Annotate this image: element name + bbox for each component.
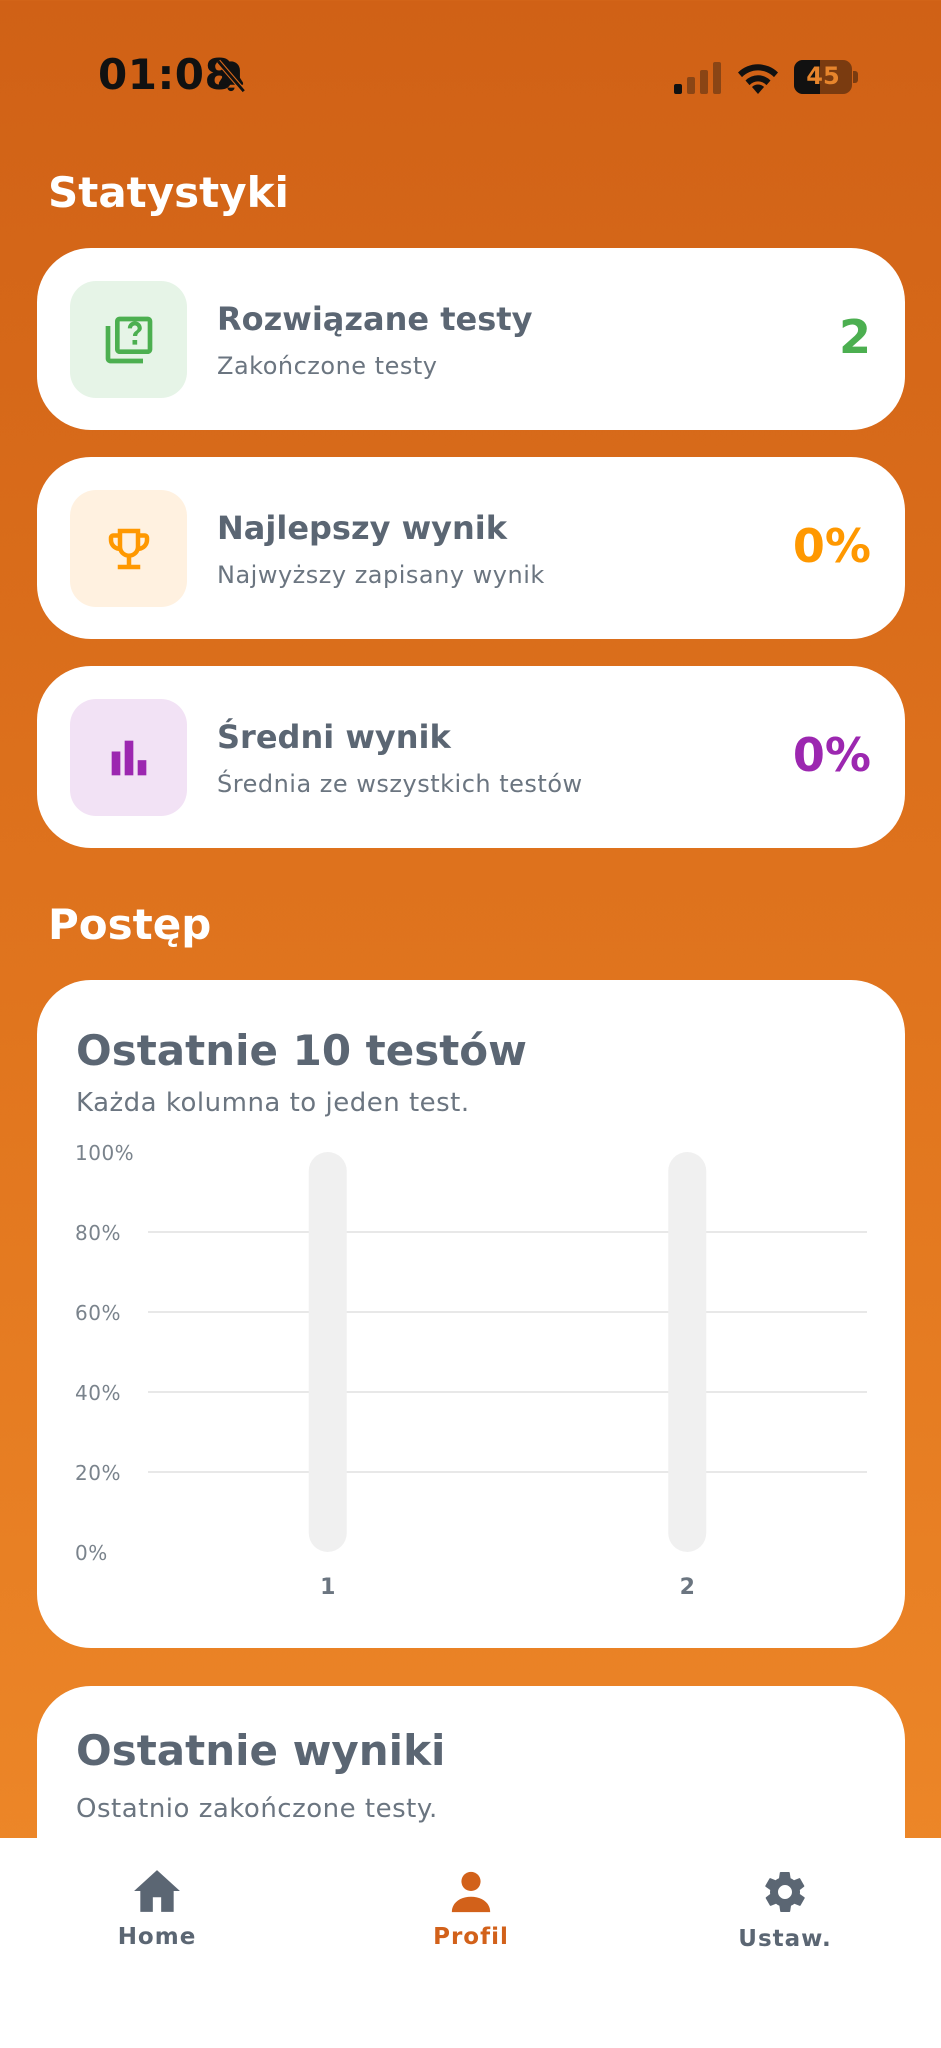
battery-indicator: 45 [794,60,858,94]
score-bar-chart: 0% 20% 40% 60% 80% 100% 1 2 [75,1141,867,1600]
bottom-navigation: Home Profil Ustaw. [0,1838,941,2048]
stat-subtitle: Średnia ze wszystkich testów [217,770,583,798]
stat-card-average-score: Średni wynik Średnia ze wszystkich testó… [37,666,905,848]
y-tick-label: 80% [75,1221,121,1245]
x-tick-label: 1 [320,1575,335,1600]
y-tick-label: 0% [75,1541,108,1565]
quiz-icon-badge [70,281,187,398]
nav-label: Profil [433,1924,509,1950]
cellular-signal-icon [674,62,721,94]
quiz-icon [105,316,152,363]
progress-heading: Postęp [48,900,212,949]
wifi-icon [738,64,778,94]
nav-profile[interactable]: Profil [371,1868,571,1950]
person-icon [451,1871,491,1913]
nav-label: Ustaw. [738,1926,832,1952]
home-icon [134,1870,180,1912]
results-card-title: Ostatnie wyniki [76,1726,446,1775]
bar-track [308,1152,347,1552]
stat-title: Rozwiązane testy [217,300,533,338]
y-tick-label: 20% [75,1461,121,1485]
bar-chart-icon [111,740,146,775]
battery-percent: 45 [806,62,840,90]
nav-label: Home [117,1924,197,1950]
nav-home[interactable]: Home [57,1868,257,1950]
recent-tests-chart-card: Ostatnie 10 testów Każda kolumna to jede… [37,980,905,1648]
trophy-icon [108,528,149,569]
stat-value: 2 [838,310,871,364]
stat-card-best-score: Najlepszy wynik Najwyższy zapisany wynik… [37,457,905,639]
trophy-icon-badge [70,490,187,607]
status-bar: 01:08 45 [0,0,941,150]
bell-off-icon [216,59,246,93]
y-tick-label: 60% [75,1301,121,1325]
bar-chart-icon-badge [70,699,187,816]
stat-title: Średni wynik [217,718,451,756]
stat-title: Najlepszy wynik [217,509,508,547]
y-tick-label: 40% [75,1381,121,1405]
stat-subtitle: Zakończone testy [217,352,438,380]
bar-track [668,1152,707,1552]
stat-value: 0% [792,519,871,573]
statistics-heading: Statystyki [48,168,289,217]
nav-settings[interactable]: Ustaw. [685,1868,885,1952]
stat-value: 0% [792,728,871,782]
results-card-subtitle: Ostatnio zakończone testy. [76,1794,438,1824]
stat-subtitle: Najwyższy zapisany wynik [217,561,545,589]
stat-card-solved-tests: Rozwiązane testy Zakończone testy 2 [37,248,905,430]
gear-icon [765,1872,805,1912]
y-tick-label: 100% [75,1141,134,1165]
x-tick-label: 2 [680,1575,695,1600]
